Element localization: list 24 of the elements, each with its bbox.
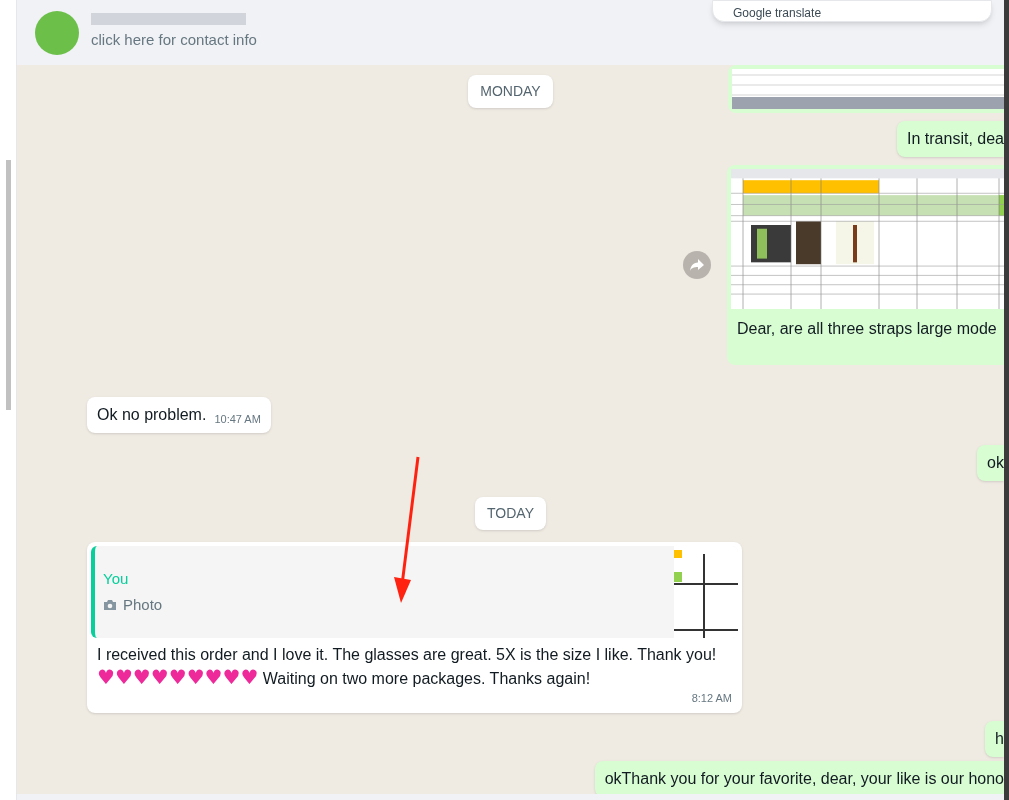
quoted-message[interactable]: You Photo (91, 546, 738, 638)
quote-author: You (103, 568, 130, 589)
message-time: 10:47 AM (214, 411, 261, 427)
message-text: h (995, 728, 1004, 749)
quote-text: Photo (123, 595, 163, 615)
message-text: I received this order and I love it. The glasses are great. 5X is the size I like. Thank you! ♥♥♥♥♥♥♥♥♥ Waiting on two more packages. Thanks again! (96, 645, 718, 690)
forward-button[interactable] (683, 251, 711, 279)
message-text: In transit, dea (907, 129, 1004, 149)
scrollbar[interactable] (1004, 0, 1009, 800)
image-caption: Dear, are all three straps large mode (736, 319, 998, 339)
popup-item[interactable]: Google translate (733, 5, 822, 21)
contact-avatar[interactable] (35, 10, 79, 55)
spreadsheet-image[interactable] (731, 169, 1004, 309)
scrollbar-thumb[interactable] (5, 160, 11, 410)
message-text: Ok no problem. (97, 405, 207, 425)
date-chip: MONDAY (468, 75, 553, 108)
contact-info-link[interactable]: click here for contact info (91, 29, 257, 52)
translate-popup[interactable]: Google translate (712, 0, 992, 22)
date-chip: TODAY (475, 497, 546, 530)
message-text: okThank you for your favorite, dear, your like is our hono (604, 768, 1004, 789)
message-text: ok (987, 453, 1004, 473)
message-time: 8:12 AM (691, 691, 732, 706)
camera-icon (103, 599, 117, 612)
forward-icon (689, 258, 705, 272)
